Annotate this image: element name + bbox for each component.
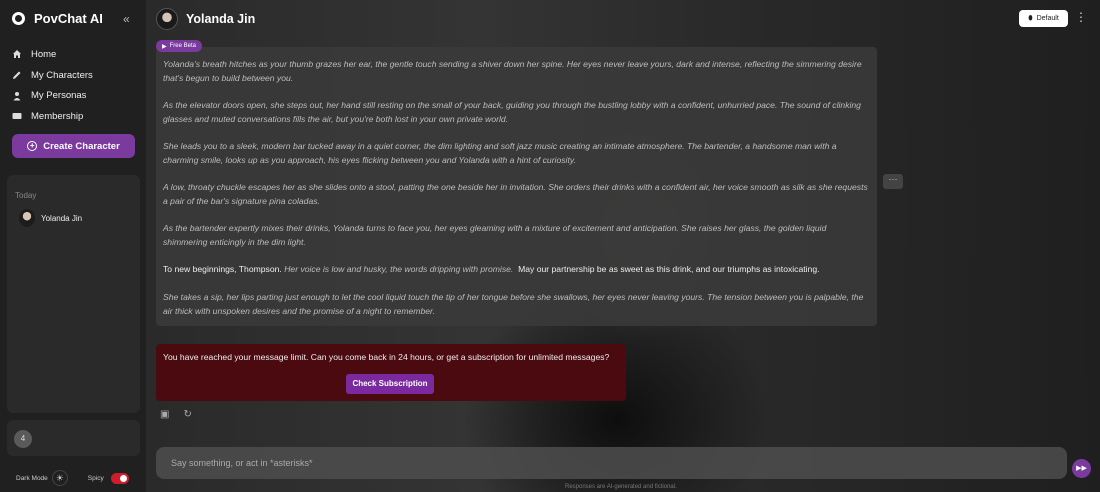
create-character-label: Create Character [43,140,120,152]
collapse-sidebar-icon[interactable]: « [123,12,130,26]
message-limit-alert: You have reached your message limit. Can… [156,344,626,401]
chat-history: Today Yolanda Jin [7,175,140,413]
dialogue-text: May our partnership be as sweet as this … [518,264,820,275]
character-header: Yolanda Jin [156,8,255,30]
narration-text: Her voice is low and husky, the words dr… [284,264,514,275]
ai-disclaimer: Responses are AI-generated and fictional… [565,484,677,490]
regenerate-icon[interactable]: ↻ [183,409,191,420]
sun-icon[interactable]: ☀ [51,470,68,486]
message-paragraph: As the bartender expertly mixes their dr… [163,223,827,248]
history-section-title: Today [15,191,37,200]
message-counter: 4 [14,430,32,448]
avatar [19,209,35,227]
badge-label: Free Beta [169,43,196,49]
brand[interactable]: PovChat AI [12,11,103,26]
message-counter-panel: 4 [7,420,140,456]
limit-text: You have reached your message limit. Can… [163,352,610,362]
message-paragraph: To new beginnings, Thompson. Her voice i… [163,263,869,277]
message-input[interactable]: Say something, or act in *asterisks* [156,447,1067,479]
message-paragraph: As the elevator doors open, she steps ou… [163,100,861,124]
sidebar-item-home[interactable]: Home [12,44,93,65]
default-persona-button[interactable]: ⬮ Default [1019,10,1068,27]
sidebar-item-label: Home [31,48,57,60]
sidebar-item-my-personas[interactable]: My Personas [12,85,93,106]
spicy-toggle[interactable] [110,472,129,484]
sidebar-item-label: My Characters [31,69,93,81]
person-icon [13,91,21,101]
history-item-label: Yolanda Jin [41,213,83,223]
message-paragraph: She takes a sip, her lips parting just e… [163,291,864,316]
message-paragraph: She leads you to a sleek, modern bar tuc… [163,141,837,165]
character-name: Yolanda Jin [186,12,256,26]
sidebar-item-membership[interactable]: Membership [12,106,93,127]
sidebar: PovChat AI « Home My Characters My Perso… [0,0,147,492]
spicy-label: Spicy [87,474,104,482]
send-button[interactable]: ▶▶ [1072,459,1091,478]
history-item[interactable]: Yolanda Jin [19,209,82,227]
character-message: Yolanda's breath hitches as your thumb g… [156,47,877,326]
create-character-button[interactable]: + Create Character [12,134,135,158]
message-paragraph: A low, throaty chuckle escapes her as sh… [163,182,868,206]
message-more-button[interactable]: ··· [883,174,903,189]
sidebar-nav: Home My Characters My Personas Membershi… [12,44,93,127]
default-label: Default [1036,15,1059,22]
avatar[interactable] [156,8,178,30]
logo-icon [12,12,25,25]
free-beta-badge: ▶ Free Beta [156,40,202,52]
brand-name: PovChat AI [34,11,103,26]
more-options-icon[interactable]: ⋮ [1075,10,1087,24]
message-tools: ▣ ↻ [160,409,192,420]
sidebar-item-label: My Personas [31,90,87,102]
pin-icon: ⬮ [1028,14,1033,22]
chat-area: Yolanda Jin ⬮ Default ⋮ Yolanda's breath… [147,0,1100,492]
message-paragraph: Yolanda's breath hitches as your thumb g… [163,59,862,83]
dark-mode-label: Dark Mode [16,474,48,482]
pencil-icon [13,71,21,80]
check-subscription-button[interactable]: Check Subscription [346,374,434,394]
card-icon [12,113,22,120]
sidebar-settings: Dark Mode ☀ Spicy [16,470,132,486]
image-icon[interactable]: ▣ [160,409,169,420]
sidebar-item-label: Membership [31,110,84,122]
sidebar-item-my-characters[interactable]: My Characters [12,65,93,86]
dialogue-text: To new beginnings, Thompson. [163,264,282,275]
plus-icon: + [27,141,38,151]
play-icon: ▶ [162,43,167,50]
home-icon [13,50,21,59]
